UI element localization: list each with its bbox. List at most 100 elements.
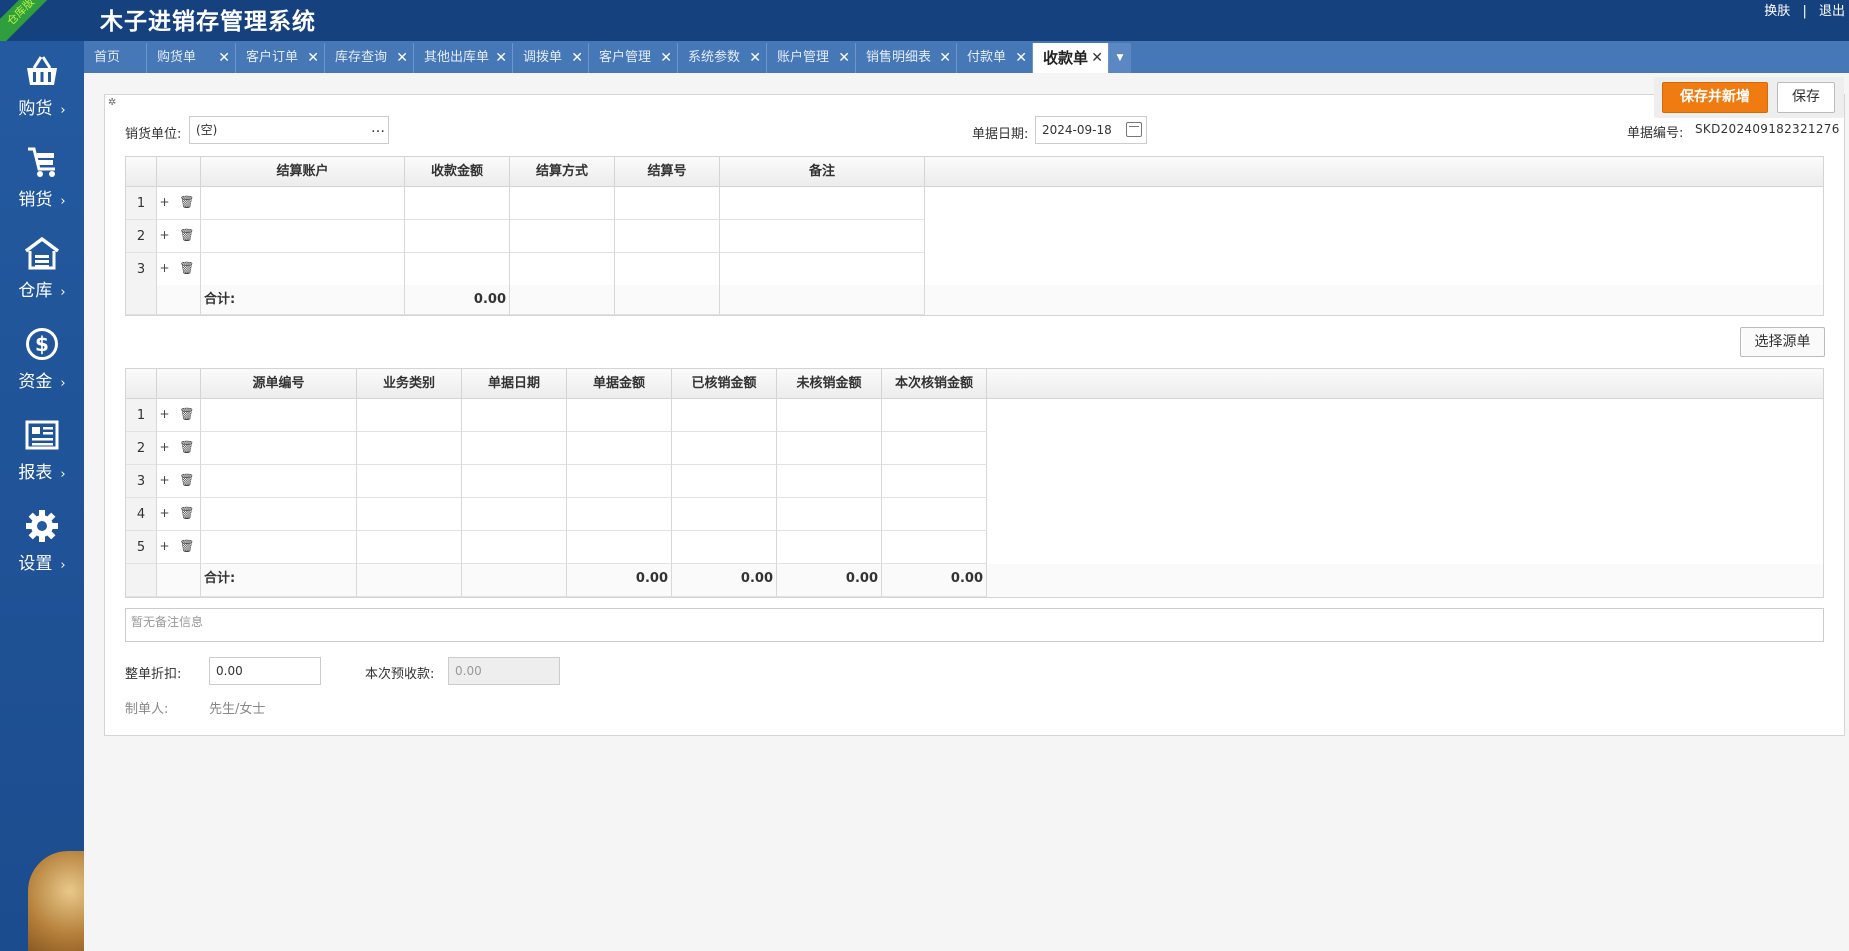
- grid-cell[interactable]: [672, 465, 777, 498]
- tab-system-params[interactable]: 系统参数 ✕: [678, 43, 767, 73]
- close-icon[interactable]: ✕: [495, 43, 507, 73]
- sidebar-item-settings[interactable]: 设置 ›: [0, 509, 84, 599]
- grid-cell[interactable]: [201, 220, 405, 253]
- close-icon[interactable]: ✕: [1091, 43, 1103, 73]
- skin-link[interactable]: 换肤: [1760, 0, 1794, 19]
- grid-cell[interactable]: [777, 498, 882, 531]
- row-actions[interactable]: + 🗑: [157, 432, 201, 465]
- grid-cell[interactable]: [882, 465, 987, 498]
- grid-cell[interactable]: [405, 187, 510, 220]
- grid-cell[interactable]: [720, 187, 925, 220]
- sidebar-item-sales[interactable]: 销货 ›: [0, 145, 84, 235]
- grid-cell[interactable]: [462, 465, 567, 498]
- tab-purchase-order[interactable]: 购货单 ✕: [147, 43, 236, 73]
- grid-cell[interactable]: [201, 531, 357, 564]
- grid-cell[interactable]: [357, 498, 462, 531]
- row-actions[interactable]: + 🗑: [157, 220, 201, 253]
- discount-input[interactable]: 0.00: [209, 657, 321, 685]
- column-settings-icon[interactable]: ✲: [108, 97, 116, 108]
- grid-cell[interactable]: [720, 220, 925, 253]
- grid-cell[interactable]: [201, 399, 357, 432]
- grid-cell[interactable]: [615, 253, 720, 286]
- save-button[interactable]: 保存: [1777, 82, 1835, 113]
- customer-input[interactable]: (空)…: [189, 116, 389, 144]
- grid-cell[interactable]: [405, 220, 510, 253]
- close-icon[interactable]: ✕: [307, 43, 319, 73]
- grid-cell[interactable]: [567, 498, 672, 531]
- sidebar-item-funds[interactable]: $ 资金 ›: [0, 327, 84, 417]
- close-icon[interactable]: ✕: [218, 43, 230, 73]
- save-and-new-button[interactable]: 保存并新增: [1662, 82, 1768, 113]
- grid-cell[interactable]: [882, 498, 987, 531]
- grid-cell[interactable]: [510, 253, 615, 286]
- tab-transfer[interactable]: 调拨单 ✕: [513, 43, 589, 73]
- grid-cell[interactable]: [201, 432, 357, 465]
- tab-account-management[interactable]: 账户管理 ✕: [767, 43, 856, 73]
- tab-sales-detail[interactable]: 销售明细表 ✕: [856, 43, 957, 73]
- grid-cell[interactable]: [405, 253, 510, 286]
- tab-receipt-voucher[interactable]: 收款单 ✕: [1033, 43, 1109, 73]
- grid-cell[interactable]: [462, 399, 567, 432]
- grid-cell[interactable]: [777, 432, 882, 465]
- grid-cell[interactable]: [672, 399, 777, 432]
- close-icon[interactable]: ✕: [939, 43, 951, 73]
- select-source-button[interactable]: 选择源单: [1740, 327, 1825, 357]
- date-input[interactable]: 2024-09-18: [1035, 116, 1147, 144]
- grid-cell[interactable]: [615, 220, 720, 253]
- tab-customer-order[interactable]: 客户订单 ✕: [236, 43, 325, 73]
- grid-cell[interactable]: [510, 187, 615, 220]
- grid-cell[interactable]: [201, 465, 357, 498]
- row-actions[interactable]: + 🗑: [157, 498, 201, 531]
- remark-textarea[interactable]: 暂无备注信息: [125, 608, 1824, 642]
- close-icon[interactable]: ✕: [838, 43, 850, 73]
- grid-cell[interactable]: [201, 253, 405, 286]
- tab-dropdown-button[interactable]: ▼: [1109, 43, 1131, 73]
- grid-cell[interactable]: [462, 498, 567, 531]
- grid-cell[interactable]: [615, 187, 720, 220]
- close-icon[interactable]: ✕: [571, 43, 583, 73]
- grid-cell[interactable]: [720, 253, 925, 286]
- grid-cell[interactable]: [882, 432, 987, 465]
- logout-link[interactable]: 退出: [1815, 0, 1849, 19]
- row-actions[interactable]: + 🗑: [157, 187, 201, 220]
- grid-cell[interactable]: [882, 531, 987, 564]
- row-actions[interactable]: + 🗑: [157, 531, 201, 564]
- grid-cell[interactable]: [510, 220, 615, 253]
- tab-payment-voucher[interactable]: 付款单 ✕: [957, 43, 1033, 73]
- grid-cell[interactable]: [672, 531, 777, 564]
- tab-other-outbound[interactable]: 其他出库单 ✕: [414, 43, 513, 73]
- grid-cell[interactable]: [357, 531, 462, 564]
- grid-cell[interactable]: [462, 432, 567, 465]
- grid-cell[interactable]: [672, 498, 777, 531]
- grid-cell[interactable]: [672, 432, 777, 465]
- close-icon[interactable]: ✕: [1015, 43, 1027, 73]
- grid-cell[interactable]: [777, 465, 882, 498]
- close-icon[interactable]: ✕: [660, 43, 672, 73]
- grid-cell[interactable]: [357, 432, 462, 465]
- sidebar-item-warehouse[interactable]: 仓库 ›: [0, 236, 84, 326]
- more-icon[interactable]: …: [371, 115, 385, 141]
- tab-inventory-query[interactable]: 库存查询 ✕: [325, 43, 414, 73]
- grid-cell[interactable]: [201, 498, 357, 531]
- grid-cell[interactable]: [567, 432, 672, 465]
- close-icon[interactable]: ✕: [396, 43, 408, 73]
- row-actions[interactable]: + 🗑: [157, 399, 201, 432]
- row-actions[interactable]: + 🗑: [157, 253, 201, 286]
- grid-cell[interactable]: [357, 399, 462, 432]
- grid-cell[interactable]: [567, 531, 672, 564]
- row-actions[interactable]: + 🗑: [157, 465, 201, 498]
- grid-cell[interactable]: [882, 399, 987, 432]
- close-icon[interactable]: ✕: [749, 43, 761, 73]
- grid-cell[interactable]: [777, 531, 882, 564]
- sidebar-item-purchase[interactable]: 购货 ›: [0, 54, 84, 144]
- grid-cell[interactable]: [201, 187, 405, 220]
- grid-cell[interactable]: [567, 465, 672, 498]
- grid-cell[interactable]: [777, 399, 882, 432]
- sidebar-item-reports[interactable]: 报表 ›: [0, 418, 84, 508]
- calendar-icon[interactable]: [1126, 122, 1142, 137]
- tab-customer-management[interactable]: 客户管理 ✕: [589, 43, 678, 73]
- grid-cell[interactable]: [462, 531, 567, 564]
- tab-home[interactable]: 首页: [84, 43, 147, 73]
- grid-cell[interactable]: [567, 399, 672, 432]
- grid-cell[interactable]: [357, 465, 462, 498]
